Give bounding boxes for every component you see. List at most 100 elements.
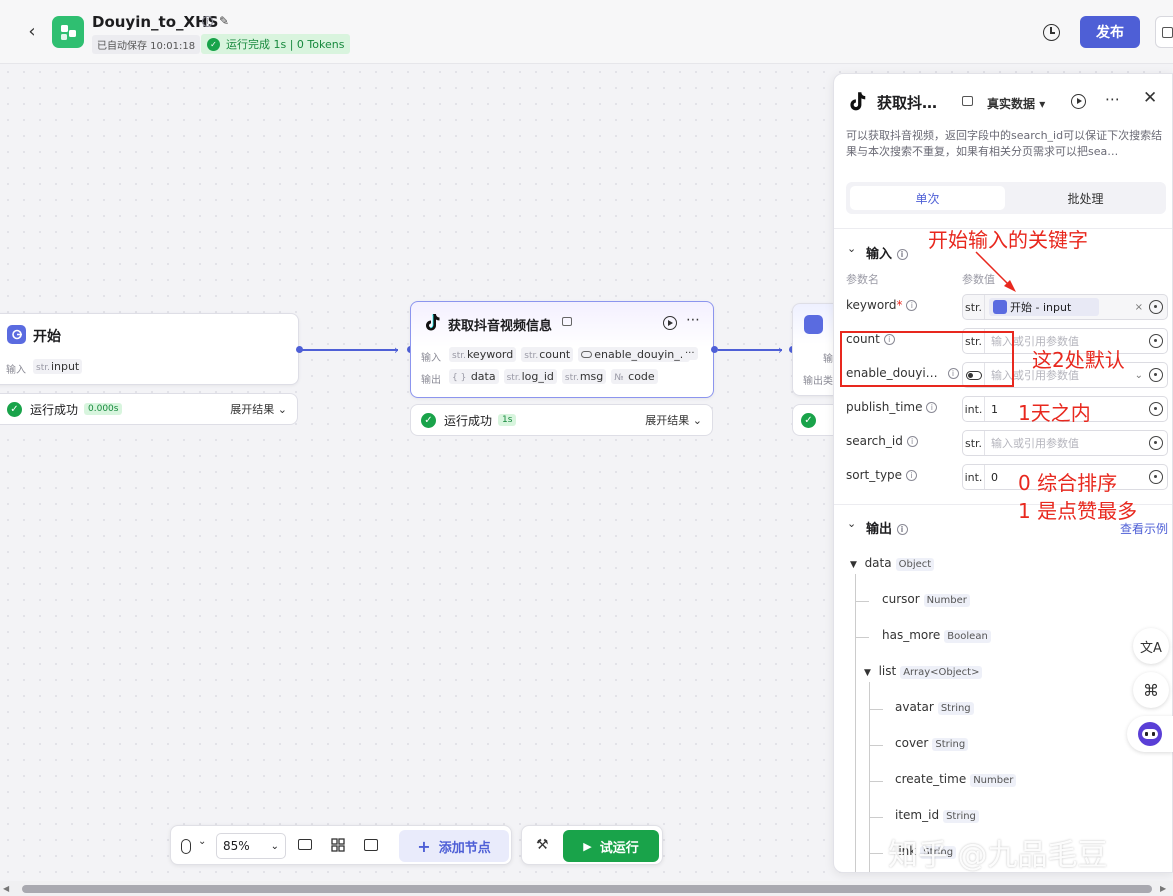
info-icon[interactable]: i	[202, 16, 213, 27]
info-icon: i	[906, 436, 918, 447]
translate-icon: 文A	[1140, 640, 1162, 656]
variable-icon[interactable]	[1149, 470, 1163, 484]
douyin-node[interactable]: 获取抖音视频信息 ⋯ 输入 str.keyword str.count enab…	[410, 301, 714, 398]
clear-icon[interactable]: ×	[1135, 302, 1143, 313]
param-name: sort_type	[846, 468, 903, 482]
tab-single[interactable]: 单次	[850, 186, 1005, 210]
douyin-run-status: ✓ 运行成功 1s 展开结果 ⌄	[410, 404, 713, 436]
tree-item-data[interactable]: ▼ data Object	[850, 556, 935, 571]
run-node-icon[interactable]	[1071, 94, 1086, 109]
search-id-value-field[interactable]: str. 输入或引用参数值	[962, 430, 1168, 456]
douyin-output-port[interactable]	[711, 346, 718, 353]
data-mode-dropdown[interactable]: 真实数据 ▾	[987, 95, 1045, 112]
start-duration: 0.000s	[84, 403, 123, 415]
douyin-status-text: 运行成功	[444, 413, 493, 428]
info-icon: i	[896, 249, 908, 260]
more-actions-button[interactable]	[1155, 16, 1173, 48]
tree-item-create-time: create_time Number	[895, 772, 1017, 787]
translate-button[interactable]: 文A	[1133, 628, 1169, 664]
zoom-select[interactable]: 85% ⌄	[216, 833, 286, 859]
annotation-arrow	[975, 251, 1016, 292]
chevron-down-icon[interactable]: ⌄	[847, 517, 856, 530]
check-icon: ✓	[207, 37, 220, 51]
node-more-icon[interactable]: ⋯	[686, 312, 701, 328]
end-icon	[804, 315, 823, 334]
comment-icon[interactable]	[298, 839, 312, 850]
more-inputs-button[interactable]: ···	[682, 347, 698, 360]
chevron-down-icon[interactable]: ⌄	[1135, 370, 1143, 381]
apps-button[interactable]: ⌘	[1133, 672, 1169, 708]
start-icon	[7, 325, 26, 344]
caret-down-icon: ▼	[864, 668, 871, 678]
edge-start-douyin	[302, 349, 398, 351]
top-bar: ‹ Douyin_to_XHS i ✎ 已自动保存 10:01:18 ✓ 运行完…	[0, 0, 1173, 64]
back-icon[interactable]: ‹	[22, 20, 42, 42]
play-icon: ▶	[583, 839, 592, 853]
panel-more-icon[interactable]: ⋯	[1105, 90, 1120, 108]
start-run-status: ✓ 运行成功 0.000s 展开结果 ⌄	[0, 393, 298, 425]
tree-item-avatar: avatar String	[895, 700, 974, 715]
assistant-icon	[1138, 722, 1162, 746]
start-expand-button[interactable]: 展开结果 ⌄	[230, 401, 287, 417]
annotation-default: 这2处默认	[1032, 348, 1125, 372]
tree-item-cursor: cursor Number	[882, 592, 970, 607]
tree-guide	[869, 682, 870, 872]
variable-icon[interactable]	[1149, 368, 1163, 382]
chevron-down-icon[interactable]: ⌄	[847, 242, 856, 255]
assistant-button[interactable]	[1127, 716, 1173, 752]
output-param-tag: str.log_id	[503, 369, 557, 384]
output-param-tag: № code	[611, 369, 658, 384]
tab-batch[interactable]: 批处理	[1008, 186, 1163, 210]
workflow-title: Douyin_to_XHS	[92, 13, 219, 31]
chevron-down-icon: ⌄	[270, 840, 279, 852]
variable-icon[interactable]	[1149, 436, 1163, 450]
minimap-icon[interactable]	[364, 839, 378, 851]
param-name: search_id	[846, 434, 903, 448]
close-icon[interactable]: ✕	[1143, 88, 1157, 108]
caret-down-icon: ▼	[850, 560, 857, 570]
horizontal-scrollbar[interactable]: ◀ ▶	[0, 881, 1173, 896]
run-node-icon[interactable]	[663, 316, 677, 330]
history-icon[interactable]	[1043, 24, 1060, 41]
douyin-logo-icon	[846, 90, 868, 112]
run-toolbar: ⚒ ▶ 试运行	[521, 825, 663, 865]
autosave-label: 已自动保存 10:01:18	[92, 35, 201, 54]
chevron-down-icon[interactable]: ⌄	[198, 836, 206, 847]
scroll-right-icon: ▶	[1160, 884, 1167, 893]
start-node[interactable]: 开始 输入 str.input	[0, 313, 299, 385]
note-icon	[562, 317, 572, 326]
next-input-label: 输	[823, 354, 833, 365]
layout-icon[interactable]	[331, 838, 345, 852]
arrow-icon: ›	[778, 343, 783, 357]
input-section-title: 输入 i	[866, 243, 908, 262]
tree-item-list[interactable]: ▼ list Array<Object>	[864, 664, 983, 679]
variable-icon[interactable]	[1149, 402, 1163, 416]
douyin-node-title: 获取抖音视频信息	[448, 319, 553, 334]
param-name: publish_time	[846, 400, 923, 414]
note-icon[interactable]	[962, 96, 973, 106]
reference-chip: 开始 - input	[989, 298, 1099, 316]
check-icon: ✓	[801, 412, 816, 428]
start-input-param: str.input	[33, 359, 83, 374]
output-param-tag: str.msg	[561, 369, 607, 384]
input-param-tag: str.count	[521, 347, 574, 362]
wrench-icon[interactable]: ⚒	[536, 837, 549, 853]
param-row-sort-type: sort_type i int. 0	[846, 464, 1171, 490]
edge-douyin-next	[718, 349, 782, 351]
scrollbar-thumb[interactable]	[22, 885, 1152, 893]
edit-icon[interactable]: ✎	[219, 14, 229, 28]
info-icon: i	[896, 524, 908, 535]
output-section-title: 输出 i	[866, 518, 908, 537]
publish-button[interactable]: 发布	[1080, 16, 1140, 48]
run-mode-tabs: 单次 批处理	[846, 182, 1166, 214]
mouse-icon[interactable]	[181, 839, 191, 854]
annotation-sort-1: 0 综合排序	[1018, 471, 1118, 495]
variable-icon[interactable]	[1149, 334, 1163, 348]
param-row-search-id: search_id i str. 输入或引用参数值	[846, 430, 1171, 456]
annotation-publish: 1天之内	[1018, 401, 1091, 425]
variable-icon[interactable]	[1149, 300, 1163, 314]
douyin-expand-button[interactable]: 展开结果 ⌄	[645, 412, 702, 428]
grid-icon: ⌘	[1143, 680, 1159, 700]
add-node-button[interactable]: + 添加节点	[399, 830, 509, 862]
test-run-button[interactable]: ▶ 试运行	[563, 830, 659, 862]
